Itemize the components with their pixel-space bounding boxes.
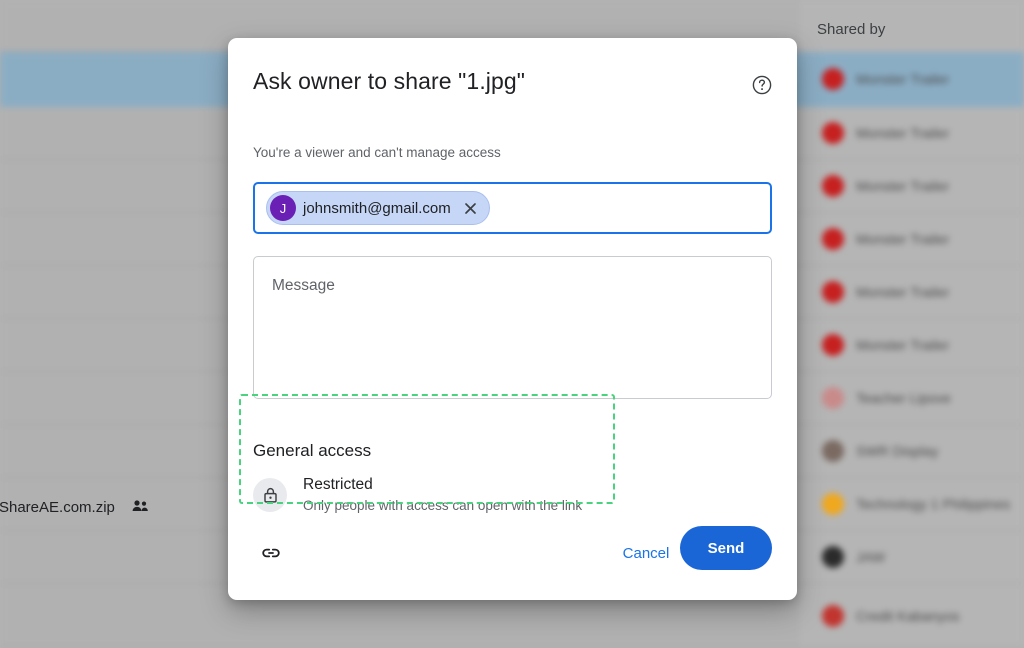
general-access-option-title: Restricted: [303, 476, 373, 493]
share-dialog: Ask owner to share "1.jpg" You're a view…: [228, 38, 797, 600]
message-placeholder: Message: [272, 277, 335, 294]
general-access-heading: General access: [253, 441, 372, 460]
general-access-option-description: Only people with access can open with th…: [303, 498, 583, 513]
people-shared-icon: [132, 499, 149, 516]
shared-by-column-header: Shared by: [817, 21, 886, 38]
close-icon[interactable]: [462, 199, 480, 217]
lock-icon: [253, 478, 287, 512]
dialog-subtitle: You're a viewer and can't manage access: [253, 145, 501, 160]
message-input[interactable]: Message: [253, 256, 772, 399]
recipients-input[interactable]: J johnsmith@gmail.com: [253, 182, 772, 234]
recipient-chip[interactable]: J johnsmith@gmail.com: [266, 191, 490, 225]
link-icon[interactable]: [252, 534, 290, 572]
screen: Monster Trailer Monster Trailer Monster Tr…: [0, 0, 1024, 648]
send-button[interactable]: Send: [680, 526, 772, 570]
recipient-avatar: J: [270, 195, 296, 221]
file-name-label: -ShareAE.com.zip: [0, 499, 115, 516]
file-name-cell[interactable]: -ShareAE.com.zip: [0, 499, 149, 516]
help-circle-icon[interactable]: [748, 71, 776, 99]
dialog-title: Ask owner to share "1.jpg": [253, 68, 526, 94]
general-access-option[interactable]: Restricted Only people with access can o…: [253, 475, 582, 513]
recipient-email-label: johnsmith@gmail.com: [303, 199, 451, 217]
